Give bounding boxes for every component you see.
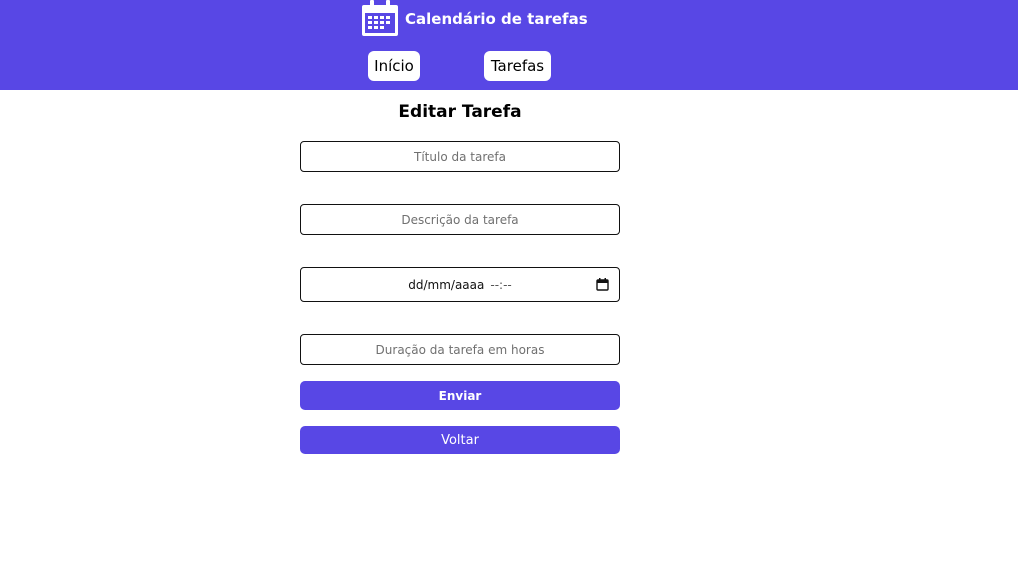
date-placeholder: dd/mm/aaaa (408, 277, 485, 292)
nav-inicio-button[interactable]: Início (368, 51, 420, 81)
time-placeholder: --:-- (490, 277, 512, 292)
page-title: Editar Tarefa (398, 102, 522, 122)
back-button[interactable]: Voltar (300, 426, 620, 454)
task-duration-input[interactable] (300, 334, 620, 365)
calendar-picker-icon[interactable] (596, 278, 609, 294)
nav-tarefas-button[interactable]: Tarefas (484, 51, 551, 81)
calendar-icon (361, 0, 399, 37)
task-description-input[interactable] (300, 204, 620, 235)
app-header: Calendário de tarefas Início Tarefas (0, 0, 1018, 90)
app-title: Calendário de tarefas (405, 9, 588, 28)
brand: Calendário de tarefas (361, 0, 588, 37)
submit-button[interactable]: Enviar (300, 381, 620, 410)
task-title-input[interactable] (300, 141, 620, 172)
task-datetime-input[interactable]: dd/mm/aaaa --:-- (300, 267, 620, 302)
